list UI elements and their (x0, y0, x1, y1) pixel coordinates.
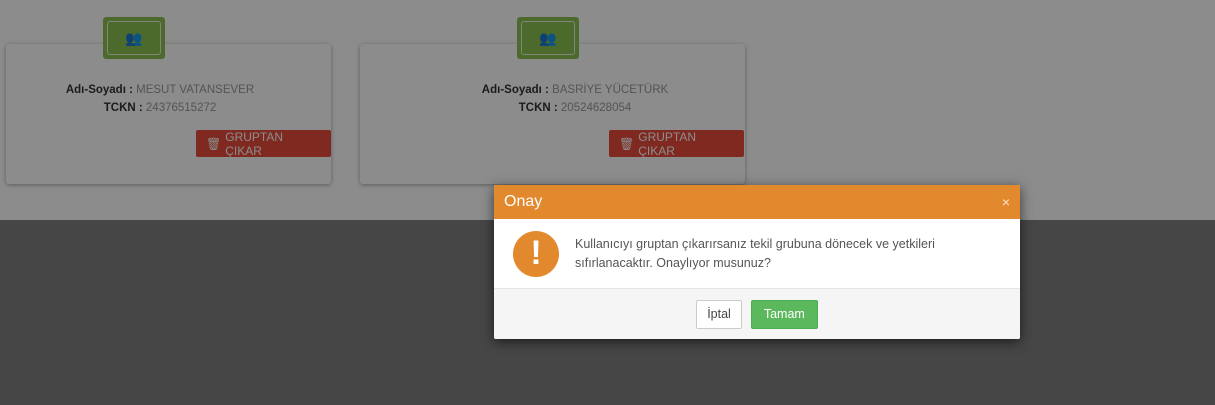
close-icon[interactable]: × (1002, 194, 1010, 210)
dialog-header: Onay × (494, 185, 1020, 219)
dialog-title: Onay (504, 193, 543, 210)
dialog-body: ! Kullanıcıyı gruptan çıkarırsanız tekil… (494, 219, 1020, 288)
exclamation-icon: ! (513, 230, 559, 277)
dialog-footer: İptal Tamam (494, 288, 1020, 339)
confirm-dialog: Onay × ! Kullanıcıyı gruptan çıkarırsanı… (494, 185, 1020, 339)
ok-button[interactable]: Tamam (750, 299, 818, 329)
cancel-button[interactable]: İptal (696, 299, 742, 329)
dialog-message: Kullanıcıyı gruptan çıkarırsanız tekil g… (575, 236, 935, 270)
